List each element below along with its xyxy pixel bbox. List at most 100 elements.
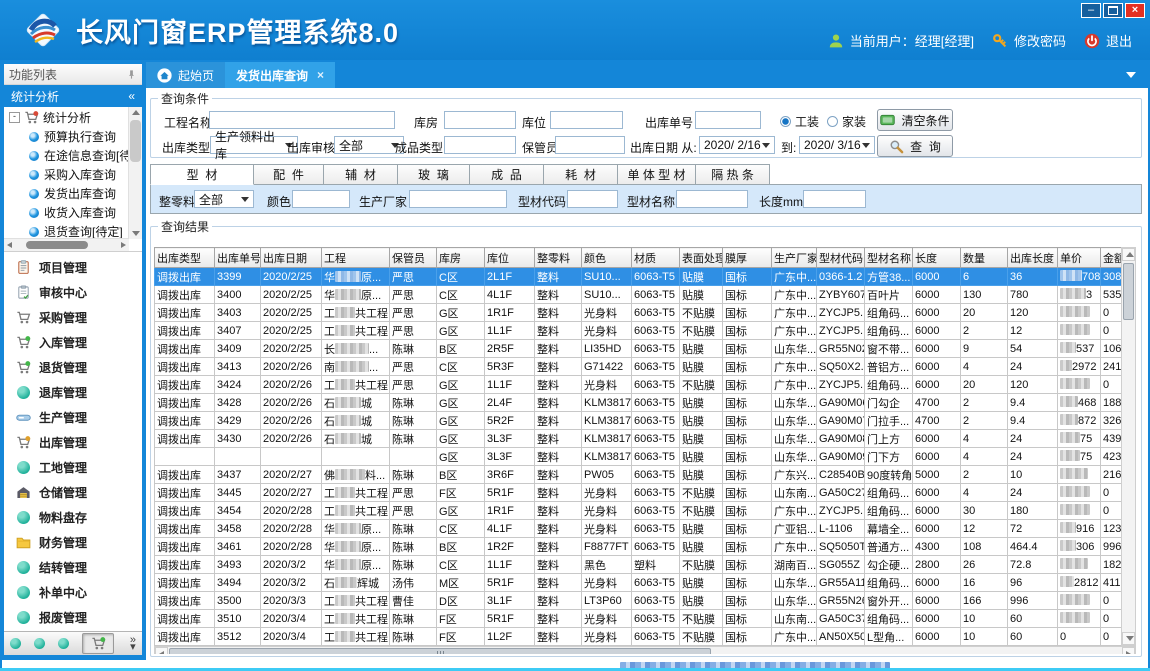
column-header[interactable]: 生产厂家 xyxy=(772,248,817,268)
table-row[interactable]: 调拨出库34092020/2/25长...陈琳B区2R5F整料LI35HD606… xyxy=(155,340,1122,358)
grid-vertical-scrollbar[interactable] xyxy=(1121,247,1136,646)
column-header[interactable]: 型材名称 xyxy=(865,248,913,268)
column-header[interactable]: 长度 xyxy=(913,248,961,268)
profile-code-input[interactable] xyxy=(567,190,618,208)
sidebar-module-12[interactable]: 结转管理 xyxy=(4,555,142,580)
column-header[interactable]: 出库日期 xyxy=(261,248,322,268)
outbound-type-select[interactable]: 生产领料出库 xyxy=(210,136,298,154)
module-mini-icon[interactable] xyxy=(34,638,45,649)
table-row[interactable]: 调拨出库34002020/2/25华原...严思C区4L1F整料SU10...6… xyxy=(155,286,1122,304)
scroll-up-icon[interactable] xyxy=(132,110,140,115)
tab-close-icon[interactable]: × xyxy=(317,68,324,82)
grid-horizontal-scrollbar[interactable] xyxy=(154,646,1136,654)
maximize-button[interactable] xyxy=(1103,3,1123,18)
scroll-down-icon[interactable] xyxy=(1126,636,1134,641)
table-row[interactable]: 调拨出库34932020/3/2华原...陈琳C区1L1F整料黑色塑料不贴膜国标… xyxy=(155,556,1122,574)
material-tab-6[interactable]: 单 体 型 材 xyxy=(618,164,696,185)
scroll-up-icon[interactable] xyxy=(1126,252,1134,257)
table-row[interactable]: G区3L3F整料KLM38176063-T5贴膜国标山东华...GA90M09.… xyxy=(155,448,1122,466)
sidebar-module-11[interactable]: 财务管理 xyxy=(4,530,142,555)
sidebar-module-3[interactable]: 入库管理 xyxy=(4,330,142,355)
column-header[interactable]: 表面处理 xyxy=(680,248,723,268)
table-row[interactable]: 调拨出库35122020/3/4工共工程陈琳F区1L2F整料光身料6063-T5… xyxy=(155,628,1122,646)
location-input[interactable] xyxy=(550,111,623,129)
scroll-left-icon[interactable] xyxy=(7,242,12,248)
audit-select[interactable]: 全部 xyxy=(334,136,404,154)
collapse-icon[interactable]: « xyxy=(128,89,135,103)
sidebar-module-9[interactable]: 仓储管理 xyxy=(4,480,142,505)
column-header[interactable]: 库位 xyxy=(485,248,535,268)
color-input[interactable] xyxy=(292,190,350,208)
table-row[interactable]: 调拨出库34032020/2/25工共工程严思G区1R1F整料光身料6063-T… xyxy=(155,304,1122,322)
clear-conditions-button[interactable]: 清空条件 xyxy=(877,109,953,131)
sidebar-module-10[interactable]: 物料盘存 xyxy=(4,505,142,530)
table-row[interactable]: 调拨出库34072020/2/25工共工程严思G区1L1F整料光身料6063-T… xyxy=(155,322,1122,340)
tab-home[interactable]: 起始页 xyxy=(146,62,225,88)
table-row[interactable]: 调拨出库34132020/2/26南...严思C区5R3F整料G71422606… xyxy=(155,358,1122,376)
sidebar-module-1[interactable]: 审核中心 xyxy=(4,280,142,305)
tree-vscroll-thumb[interactable] xyxy=(130,120,141,162)
keeper-input[interactable] xyxy=(555,136,625,154)
tree-item-3[interactable]: 发货出库查询 xyxy=(4,184,129,203)
close-button[interactable]: × xyxy=(1125,3,1145,18)
material-tab-4[interactable]: 成 品 xyxy=(470,164,544,185)
warehouse-input[interactable] xyxy=(444,111,516,129)
material-tab-5[interactable]: 耗 材 xyxy=(544,164,618,185)
factory-input[interactable] xyxy=(409,190,507,208)
table-row[interactable]: 调拨出库34942020/3/2石辉城汤伟M区5R1F整料光身料6063-T5贴… xyxy=(155,574,1122,592)
tree-root-statistics[interactable]: - 统计分析 xyxy=(4,108,129,127)
whole-part-select[interactable]: 全部 xyxy=(194,190,254,208)
sidebar-module-6[interactable]: 生产管理 xyxy=(4,405,142,430)
column-header[interactable]: 整零料 xyxy=(535,248,582,268)
order-no-input[interactable] xyxy=(695,111,761,129)
table-row[interactable]: 调拨出库34242020/2/26工共工程严思G区1L1F整料光身料6063-T… xyxy=(155,376,1122,394)
sidebar-module-8[interactable]: 工地管理 xyxy=(4,455,142,480)
scroll-left-icon[interactable] xyxy=(159,651,164,654)
logout-button[interactable]: 退出 xyxy=(1106,31,1132,50)
tree-item-0[interactable]: 预算执行查询 xyxy=(4,127,129,146)
tree-horizontal-scrollbar[interactable] xyxy=(4,238,129,251)
sidebar-module-0[interactable]: 项目管理 xyxy=(4,255,142,280)
more-modules-chevron[interactable]: »▾ xyxy=(130,637,136,651)
column-header[interactable]: 库房 xyxy=(437,248,485,268)
module-mini-icon[interactable] xyxy=(10,638,21,649)
length-input[interactable] xyxy=(803,190,866,208)
minimize-button[interactable]: – xyxy=(1081,3,1101,18)
sidebar-module-5[interactable]: 退库管理 xyxy=(4,380,142,405)
table-row[interactable]: 调拨出库33992020/2/25华原...严思C区2L1F整料SU10...6… xyxy=(155,268,1122,286)
sidebar-module-4[interactable]: 退货管理 xyxy=(4,355,142,380)
scroll-right-icon[interactable] xyxy=(1126,651,1131,654)
tab-list-dropdown-icon[interactable] xyxy=(1126,72,1136,78)
table-row[interactable]: 调拨出库34302020/2/26石城陈琳G区3L3F整料KLM38176063… xyxy=(155,430,1122,448)
tree-item-2[interactable]: 采购入库查询 xyxy=(4,165,129,184)
module-cart-button[interactable] xyxy=(82,633,114,654)
scroll-right-icon[interactable] xyxy=(121,242,126,248)
radio-home[interactable]: 家装 xyxy=(827,113,866,130)
material-tab-1[interactable]: 配 件 xyxy=(254,164,324,185)
table-row[interactable]: 调拨出库34452020/2/27工共工程严思F区5R1F整料光身料6063-T… xyxy=(155,484,1122,502)
column-header[interactable]: 数量 xyxy=(961,248,1008,268)
column-header[interactable]: 金额 xyxy=(1101,248,1122,268)
grid-hscroll-thumb[interactable] xyxy=(169,648,711,654)
column-header[interactable]: 单价 xyxy=(1058,248,1101,268)
column-header[interactable]: 工程 xyxy=(322,248,390,268)
sidebar-module-14[interactable]: 报废管理 xyxy=(4,605,142,630)
table-row[interactable]: 调拨出库34612020/2/28华原...陈琳B区1R2F整料F8877FT6… xyxy=(155,538,1122,556)
tree-vertical-scrollbar[interactable] xyxy=(128,107,142,239)
column-header[interactable]: 材质 xyxy=(632,248,680,268)
date-to-picker[interactable]: 2020/ 3/16 xyxy=(799,136,875,154)
profile-name-input[interactable] xyxy=(676,190,748,208)
grid-vscroll-thumb[interactable] xyxy=(1123,263,1134,320)
table-row[interactable]: 调拨出库34542020/2/28工共工程严思G区1R1F整料光身料6063-T… xyxy=(155,502,1122,520)
radio-industrial[interactable]: 工装 xyxy=(780,113,819,130)
date-from-picker[interactable]: 2020/ 2/16 xyxy=(699,136,775,154)
table-row[interactable]: 调拨出库35002020/3/3工共工程曹佳D区3L1F整料LT3P606063… xyxy=(155,592,1122,610)
column-header[interactable]: 保管员 xyxy=(390,248,437,268)
table-row[interactable]: 调拨出库34292020/2/26石城陈琳G区5R2F整料KLM38176063… xyxy=(155,412,1122,430)
tab-shipment-query[interactable]: 发货出库查询 × xyxy=(225,62,335,88)
search-button[interactable]: 查 询 xyxy=(877,135,953,157)
column-header[interactable]: 型材代码 xyxy=(817,248,865,268)
material-tab-3[interactable]: 玻 璃 xyxy=(398,164,470,185)
tree-hscroll-thumb[interactable] xyxy=(26,241,88,249)
table-row[interactable]: 调拨出库34372020/2/27佛料...陈琳B区3R6F整料PW056063… xyxy=(155,466,1122,484)
